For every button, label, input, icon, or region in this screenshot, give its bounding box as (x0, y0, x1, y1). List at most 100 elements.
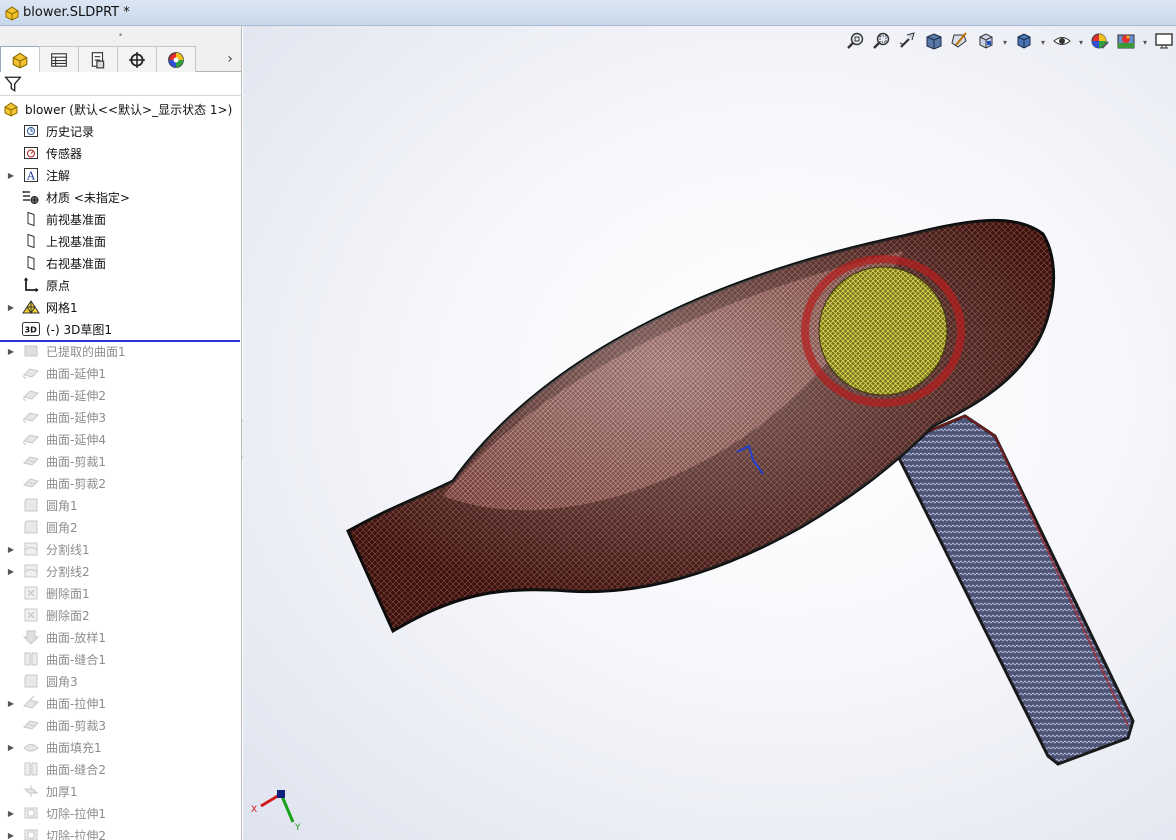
expand-arrow-icon[interactable]: ▶ (0, 809, 22, 818)
tab-feature-manager[interactable] (0, 46, 40, 72)
cut-extrude-icon (22, 804, 40, 822)
feature-tree-item[interactable]: ▶ 曲面-拉伸1 (0, 692, 241, 714)
feature-tree-item[interactable]: 曲面-延伸4 (0, 428, 241, 450)
feature-tree-item[interactable]: 传感器 (0, 142, 241, 164)
feature-tree-item[interactable]: 圆角1 (0, 494, 241, 516)
view-orientation-icon (976, 31, 996, 54)
section-view-button[interactable] (922, 31, 946, 53)
chevron-down-icon[interactable]: ▾ (1076, 38, 1086, 47)
feature-tree-item[interactable]: ▶ 分割线1 (0, 538, 241, 560)
feature-tree-item-label: 曲面-拉伸1 (46, 696, 106, 711)
feature-tree-item-label: 删除面2 (46, 608, 90, 623)
chevron-down-icon[interactable]: ▾ (1038, 38, 1048, 47)
zoom-fit-icon (846, 31, 866, 54)
rollback-bar[interactable] (0, 340, 240, 342)
chevron-down-icon[interactable]: ▾ (1000, 38, 1010, 47)
view-settings-button[interactable] (1152, 31, 1176, 53)
feature-tree-item[interactable]: 删除面1 (0, 582, 241, 604)
feature-tree-item[interactable]: 曲面-延伸3 (0, 406, 241, 428)
feature-tree-item[interactable]: 圆角2 (0, 516, 241, 538)
expand-arrow-icon[interactable]: ▶ (0, 545, 22, 554)
surface-extrude-icon (22, 694, 40, 712)
expand-arrow-icon[interactable]: ▶ (0, 699, 22, 708)
feature-tree-item[interactable]: 曲面-缝合1 (0, 648, 241, 670)
feature-tree-item[interactable]: 曲面-缝合2 (0, 758, 241, 780)
tree-root-part[interactable]: blower (默认<<默认>_显示状态 1>) (0, 98, 241, 120)
feature-tree-item[interactable]: ▶ A 注解 (0, 164, 241, 186)
panel-grip[interactable]: • (0, 26, 241, 46)
tab-display-manager[interactable] (156, 46, 196, 72)
feature-list: 历史记录 传感器 ▶ A 注解 材质 <未指定> 前视基准面 上视基准面 右视基准面 原点 ▶ 网格1… (0, 120, 241, 840)
view-orientation-button[interactable] (974, 31, 998, 53)
feature-tree-item-label: 注解 (46, 168, 71, 183)
fillet-icon (22, 518, 40, 536)
feature-tree-item[interactable]: 曲面-剪裁3 (0, 714, 241, 736)
feature-tree-item-label: 右视基准面 (46, 256, 107, 271)
display-style-button[interactable] (1012, 31, 1036, 53)
surface-loft-icon (22, 628, 40, 646)
feature-tree-item[interactable]: 材质 <未指定> (0, 186, 241, 208)
edit-appearance-button[interactable] (1088, 31, 1112, 53)
manager-tab-bar: › (0, 46, 241, 72)
split-line-icon (22, 540, 40, 558)
part-icon (2, 100, 20, 118)
feature-tree-item[interactable]: 上视基准面 (0, 230, 241, 252)
tab-configuration-manager[interactable] (78, 46, 118, 72)
expand-arrow-icon[interactable]: ▶ (0, 743, 22, 752)
feature-tree-item[interactable]: 曲面-剪裁1 (0, 450, 241, 472)
dynamic-annotation-icon (950, 31, 970, 54)
apply-scene-button[interactable] (1114, 31, 1138, 53)
previous-view-button[interactable] (896, 31, 920, 53)
part-icon (12, 52, 28, 69)
surface-extend-icon (22, 386, 40, 404)
feature-tree-item[interactable]: ▶ 已提取的曲面1 (0, 340, 241, 362)
feature-tree-item[interactable]: ▶ 曲面填充1 (0, 736, 241, 758)
zoom-to-area-button[interactable] (870, 31, 894, 53)
feature-tree-item[interactable]: 曲面-剪裁2 (0, 472, 241, 494)
zoom-to-fit-button[interactable] (844, 31, 868, 53)
feature-tree-item[interactable]: 原点 (0, 274, 241, 296)
expand-arrow-icon[interactable]: ▶ (0, 567, 22, 576)
feature-tree-item[interactable]: ▶ 网格1 (0, 296, 241, 318)
feature-tree-item[interactable]: 曲面-延伸2 (0, 384, 241, 406)
tab-property-manager[interactable] (39, 46, 79, 72)
feature-tree-item[interactable]: 前视基准面 (0, 208, 241, 230)
feature-tree-item-label: 圆角2 (46, 520, 78, 535)
more-tabs-arrow[interactable]: › (219, 46, 241, 71)
feature-tree-item[interactable]: ▶ 分割线2 (0, 560, 241, 582)
expand-arrow-icon[interactable]: ▶ (0, 171, 22, 180)
surface-extend-icon (22, 364, 40, 382)
feature-tree-item-label: 曲面-剪裁3 (46, 718, 106, 733)
feature-tree-item[interactable]: 曲面-延伸1 (0, 362, 241, 384)
expand-arrow-icon[interactable]: ▶ (0, 347, 22, 356)
chevron-down-icon[interactable]: ▾ (1140, 38, 1150, 47)
part-icon (5, 5, 19, 21)
feature-tree-item[interactable]: 曲面-放样1 (0, 626, 241, 648)
feature-tree-item[interactable]: 右视基准面 (0, 252, 241, 274)
handle-mesh[interactable] (890, 414, 1135, 766)
feature-tree-item[interactable]: 圆角3 (0, 670, 241, 692)
dynamic-annotation-button[interactable] (948, 31, 972, 53)
feature-tree-item[interactable]: ▶ 切除-拉伸1 (0, 802, 241, 824)
delete-face-icon (22, 584, 40, 602)
expand-arrow-icon[interactable]: ▶ (0, 831, 22, 840)
feature-tree-item[interactable]: 删除面2 (0, 604, 241, 626)
zoom-area-icon (872, 31, 892, 54)
plane-icon (22, 210, 40, 228)
feature-tree-item[interactable]: ▶ 切除-拉伸2 (0, 824, 241, 840)
feature-tree-item[interactable]: 历史记录 (0, 120, 241, 142)
feature-tree-item[interactable]: 加厚1 (0, 780, 241, 802)
graphics-area[interactable]: ▾ ▾ ▾ ▾ X Y (243, 26, 1176, 840)
tab-dimxpert-manager[interactable] (117, 46, 157, 72)
annotation-icon: A (22, 166, 40, 184)
hide-show-items-button[interactable] (1050, 31, 1074, 53)
feature-tree-item[interactable]: 3D (-) 3D草图1 (0, 318, 241, 340)
cut-extrude-icon (22, 826, 40, 840)
fillet-icon (22, 672, 40, 690)
tree-filter-bar[interactable] (0, 72, 241, 96)
inlet-grille-mesh[interactable] (801, 255, 965, 407)
title-bar: blower.SLDPRT * (0, 0, 1176, 26)
expand-arrow-icon[interactable]: ▶ (0, 303, 22, 312)
blower-model[interactable] (243, 26, 1176, 840)
surface-trim-icon (22, 474, 40, 492)
